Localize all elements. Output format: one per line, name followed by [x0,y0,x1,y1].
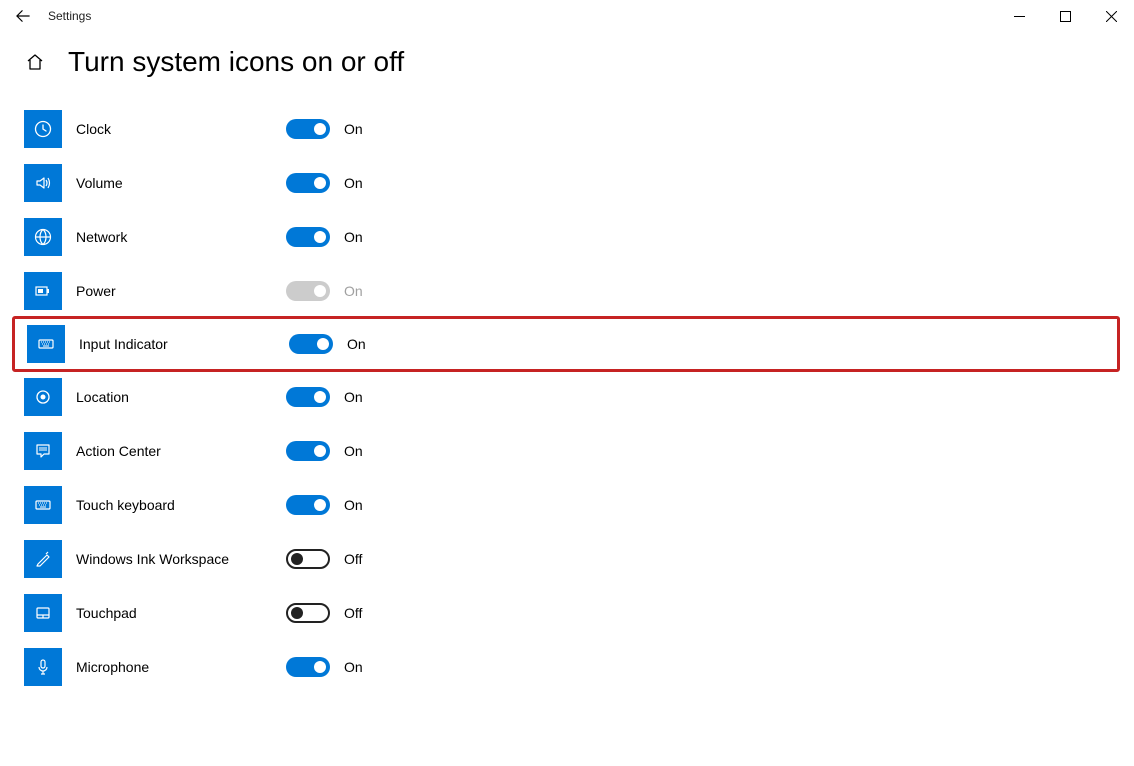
row-clock: Clock On [24,102,1110,156]
label-volume: Volume [76,175,123,191]
ink-icon [24,540,62,578]
back-arrow-icon [16,9,30,23]
close-button[interactable] [1088,0,1134,32]
state-power: On [344,283,363,299]
system-icons-list: Clock On Volume On Network [0,102,1134,694]
row-power: Power On [24,264,1110,318]
microphone-icon [24,648,62,686]
state-touch-keyboard: On [344,497,363,513]
home-icon [25,52,45,72]
home-button[interactable] [24,51,46,73]
maximize-icon [1060,11,1071,22]
label-touchpad: Touchpad [76,605,137,621]
touch-keyboard-icon [24,486,62,524]
label-power: Power [76,283,116,299]
location-icon [24,378,62,416]
row-ink-workspace: Windows Ink Workspace Off [24,532,1110,586]
row-microphone: Microphone On [24,640,1110,694]
clock-icon [24,110,62,148]
label-action-center: Action Center [76,443,161,459]
state-location: On [344,389,363,405]
state-network: On [344,229,363,245]
toggle-input-indicator[interactable] [289,334,333,354]
label-ink-workspace: Windows Ink Workspace [76,551,229,567]
state-touchpad: Off [344,605,362,621]
toggle-clock[interactable] [286,119,330,139]
window-title: Settings [48,9,91,23]
row-action-center: Action Center On [24,424,1110,478]
page-title: Turn system icons on or off [68,46,404,78]
maximize-button[interactable] [1042,0,1088,32]
network-icon [24,218,62,256]
minimize-button[interactable] [996,0,1042,32]
state-input-indicator: On [347,336,366,352]
toggle-volume[interactable] [286,173,330,193]
volume-icon [24,164,62,202]
label-network: Network [76,229,127,245]
state-microphone: On [344,659,363,675]
state-volume: On [344,175,363,191]
toggle-action-center[interactable] [286,441,330,461]
row-network: Network On [24,210,1110,264]
power-icon [24,272,62,310]
toggle-touchpad[interactable] [286,603,330,623]
toggle-network[interactable] [286,227,330,247]
toggle-power [286,281,330,301]
toggle-microphone[interactable] [286,657,330,677]
label-touch-keyboard: Touch keyboard [76,497,175,513]
touchpad-icon [24,594,62,632]
action-center-icon [24,432,62,470]
state-action-center: On [344,443,363,459]
row-input-indicator: Input Indicator On [12,316,1120,372]
close-icon [1106,11,1117,22]
titlebar: Settings [0,0,1134,32]
row-location: Location On [24,370,1110,424]
toggle-location[interactable] [286,387,330,407]
back-button[interactable] [0,0,46,32]
label-location: Location [76,389,129,405]
minimize-icon [1014,11,1025,22]
toggle-ink-workspace[interactable] [286,549,330,569]
state-ink-workspace: Off [344,551,362,567]
keyboard-icon [27,325,65,363]
label-input-indicator: Input Indicator [79,336,168,352]
row-touchpad: Touchpad Off [24,586,1110,640]
row-volume: Volume On [24,156,1110,210]
toggle-touch-keyboard[interactable] [286,495,330,515]
row-touch-keyboard: Touch keyboard On [24,478,1110,532]
label-clock: Clock [76,121,111,137]
page-header: Turn system icons on or off [0,32,1134,102]
state-clock: On [344,121,363,137]
label-microphone: Microphone [76,659,149,675]
